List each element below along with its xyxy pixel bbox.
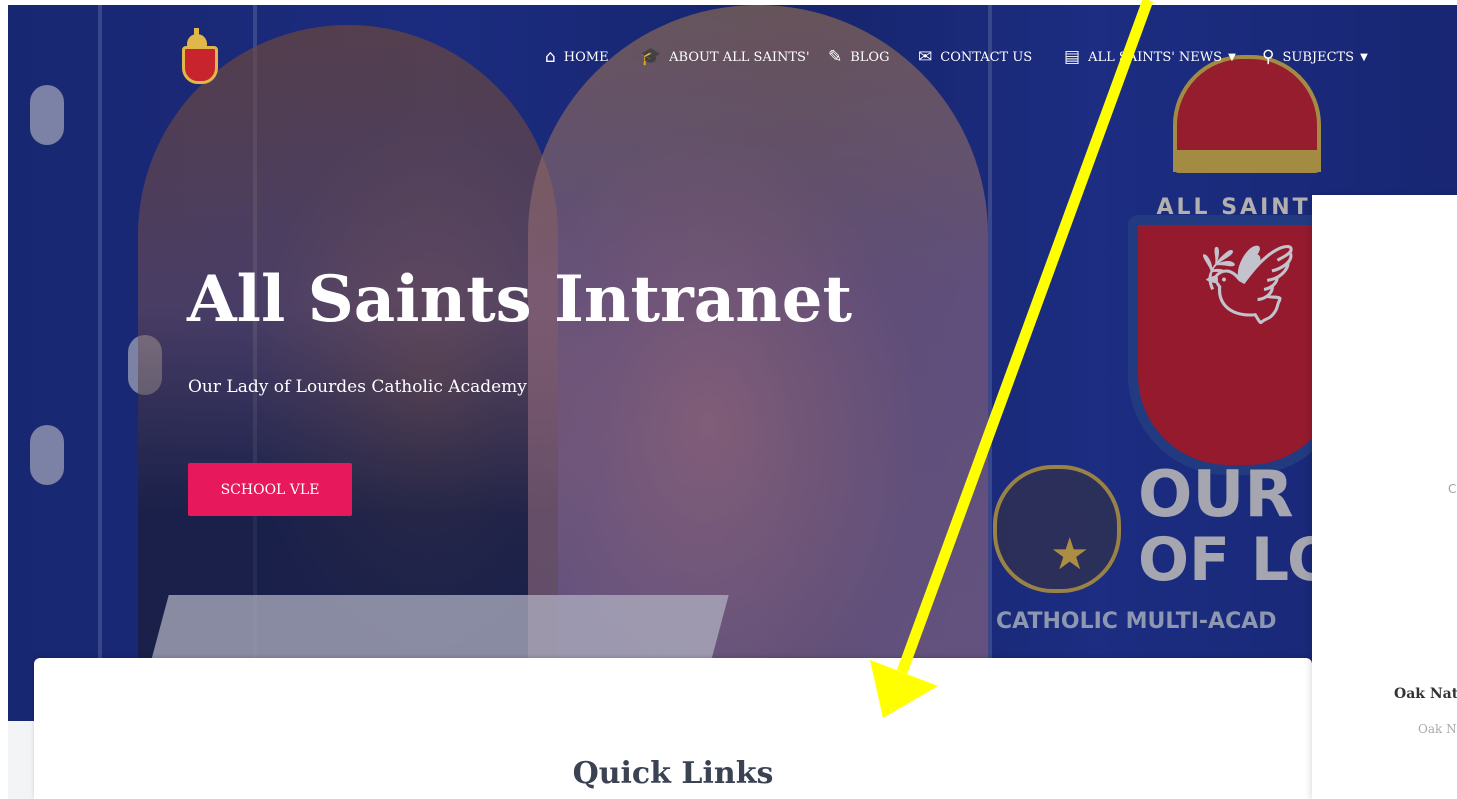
- quick-links-heading: Quick Links: [572, 756, 774, 791]
- edit-icon: ✎: [828, 47, 843, 67]
- hero-banner: ALL SAINTS 🕊 ★ OUR L OF LOU CATHOLIC MUL…: [8, 5, 1457, 721]
- nav-subjects-label: SUBJECTS: [1282, 49, 1355, 65]
- envelope-icon: ✉: [918, 47, 933, 67]
- newspaper-icon: ▤: [1064, 47, 1081, 67]
- graduation-cap-icon: 🎓: [640, 47, 662, 67]
- page-title: All Saints Intranet: [187, 262, 852, 337]
- nav-blog-label: BLOG: [850, 49, 890, 65]
- home-icon: ⌂: [545, 47, 556, 67]
- overlay-panel-subtitle: Oak Na: [1418, 722, 1457, 736]
- logo-crown: [187, 34, 207, 46]
- hero-overlay: [8, 5, 1457, 721]
- nav-contact-label: CONTACT US: [940, 49, 1033, 65]
- nav-about-label: ABOUT ALL SAINTS': [669, 49, 810, 65]
- nav-subjects[interactable]: ⚲ SUBJECTS ▼: [1262, 44, 1368, 70]
- logo-shield: [182, 46, 218, 84]
- overlay-panel: [1312, 195, 1457, 799]
- left-strip: [0, 0, 8, 799]
- nav-contact[interactable]: ✉ CONTACT US: [918, 44, 1032, 70]
- nav-news[interactable]: ▤ ALL SAINTS' NEWS ▼: [1064, 44, 1236, 70]
- overlay-panel-letter: C: [1448, 482, 1457, 496]
- nav-about[interactable]: 🎓 ABOUT ALL SAINTS': [640, 44, 810, 70]
- nav-news-label: ALL SAINTS' NEWS: [1088, 49, 1223, 65]
- school-vle-button[interactable]: SCHOOL VLE: [188, 463, 352, 516]
- sitemap-icon: ⚲: [1262, 47, 1275, 67]
- quick-links-card: Quick Links: [34, 658, 1312, 799]
- nav-blog[interactable]: ✎ BLOG: [828, 44, 889, 70]
- nav-home[interactable]: ⌂ HOME: [545, 44, 609, 70]
- school-logo[interactable]: [172, 28, 222, 84]
- page-subtitle: Our Lady of Lourdes Catholic Academy: [188, 377, 527, 397]
- chevron-down-icon: ▼: [1228, 51, 1236, 63]
- nav-home-label: HOME: [563, 49, 609, 65]
- overlay-panel-title[interactable]: Oak Nat: [1394, 686, 1457, 702]
- chevron-down-icon: ▼: [1360, 51, 1368, 63]
